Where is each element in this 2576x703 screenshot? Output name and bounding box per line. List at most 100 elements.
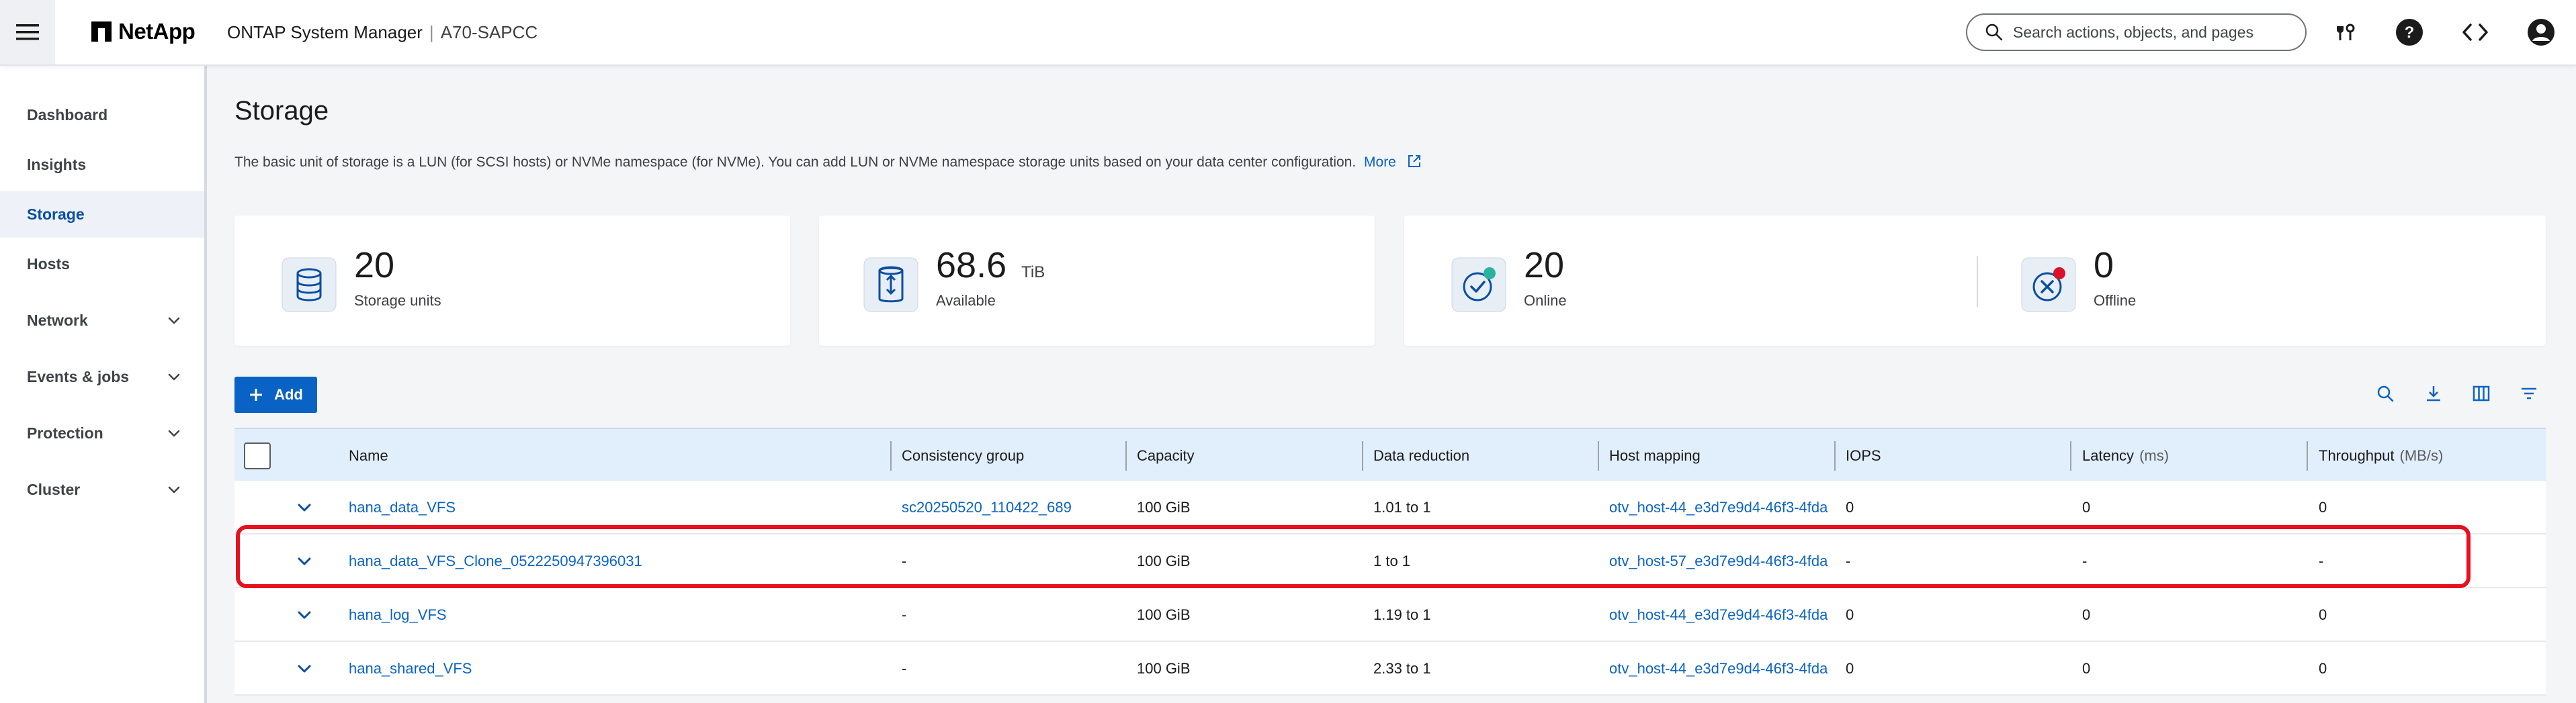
sidebar-item-dashboard[interactable]: Dashboard <box>0 91 204 138</box>
column-header-throughput[interactable]: Throughput (MB/s) <box>2319 429 2443 482</box>
status-card: 20 Online 0 Offline <box>1404 216 2546 346</box>
status-divider <box>1977 256 1978 307</box>
throughput-cell: 0 <box>2319 606 2327 623</box>
column-divider[interactable] <box>1125 441 1127 471</box>
column-divider[interactable] <box>1598 441 1599 471</box>
sidebar-item-protection[interactable]: Protection <box>0 410 204 457</box>
column-header-host-mapping[interactable]: Host mapping <box>1609 429 1701 482</box>
name-cell[interactable]: hana_log_VFS <box>349 588 879 642</box>
name-cell[interactable]: hana_data_VFS_Clone_0522250947396031 <box>349 534 879 588</box>
plus-icon <box>250 389 263 401</box>
column-unit: (MB/s) <box>2399 447 2444 464</box>
chevron-down-icon <box>168 486 180 494</box>
main-content: Storage The basic unit of storage is a L… <box>210 66 2576 703</box>
column-header-latency[interactable]: Latency (ms) <box>2082 429 2169 482</box>
offline-value: 0 <box>2094 245 2114 285</box>
add-button[interactable]: Add <box>234 377 317 413</box>
page-description: The basic unit of storage is a LUN (for … <box>234 154 1422 171</box>
page-title: Storage <box>234 96 329 126</box>
column-label: Data reduction <box>1373 447 1470 464</box>
sidebar-item-insights[interactable]: Insights <box>0 141 204 188</box>
table-search-icon[interactable] <box>2373 381 2397 406</box>
capacity-cell: 100 GiB <box>1137 606 1191 623</box>
iops-cell: - <box>1846 553 1851 569</box>
column-label: Throughput <box>2319 447 2395 464</box>
host-mapping-cell[interactable]: otv_host-44_e3d7e9d4-46f3-4fda <box>1609 481 1834 534</box>
netapp-logo-icon <box>91 21 112 42</box>
sidebar-item-label: Network <box>27 311 88 329</box>
column-label: Consistency group <box>902 447 1025 464</box>
latency-cell: 0 <box>2082 660 2091 677</box>
sidebar-item-hosts[interactable]: Hosts <box>0 240 204 287</box>
table-row[interactable]: hana_data_VFS_Clone_0522250947396031 - 1… <box>234 534 2546 588</box>
host-mapping-cell[interactable]: otv_host-44_e3d7e9d4-46f3-4fda <box>1609 588 1834 642</box>
column-divider[interactable] <box>2070 441 2071 471</box>
table-row[interactable]: hana_shared_VFS - 100 GiB 2.33 to 1 otv_… <box>234 642 2546 696</box>
sidebar-item-label: Protection <box>27 424 103 442</box>
expand-row-icon[interactable] <box>295 552 314 571</box>
services-icon[interactable] <box>2329 16 2361 48</box>
consistency-group-cell[interactable]: sc20250520_110422_689 <box>902 481 1117 534</box>
api-code-icon[interactable] <box>2459 16 2491 48</box>
column-divider[interactable] <box>1834 441 1836 471</box>
column-divider[interactable] <box>2307 441 2308 471</box>
sidebar-item-events-jobs[interactable]: Events & jobs <box>0 353 204 400</box>
column-label: Capacity <box>1137 447 1195 464</box>
column-unit: (ms) <box>2139 447 2170 464</box>
chevron-down-icon <box>168 430 180 437</box>
search-input[interactable] <box>2013 23 2295 42</box>
help-icon[interactable]: ? <box>2393 16 2425 48</box>
available-value: 68.6 <box>936 245 1007 285</box>
sidebar-item-label: Insights <box>27 155 87 173</box>
table-row[interactable]: hana_log_VFS - 100 GiB 1.19 to 1 otv_hos… <box>234 588 2546 642</box>
download-icon[interactable] <box>2421 381 2446 406</box>
consistency-group-cell: - <box>902 606 907 623</box>
sidebar-item-cluster[interactable]: Cluster <box>0 466 204 513</box>
column-header-data-reduction[interactable]: Data reduction <box>1373 429 1469 482</box>
sidebar-item-storage[interactable]: Storage <box>0 191 204 238</box>
netapp-logo[interactable]: NetApp <box>91 19 196 44</box>
column-header-name[interactable]: Name <box>349 429 388 482</box>
user-account-icon[interactable] <box>2525 16 2557 48</box>
chevron-down-icon <box>168 317 180 324</box>
column-header-consistency-group[interactable]: Consistency group <box>902 429 1024 482</box>
expand-row-icon[interactable] <box>295 498 314 517</box>
filter-icon[interactable] <box>2517 381 2541 406</box>
menu-icon[interactable] <box>0 0 55 64</box>
external-link-icon[interactable] <box>1407 154 1422 169</box>
expand-row-icon[interactable] <box>295 659 314 678</box>
data-reduction-cell: 1.01 to 1 <box>1373 499 1431 516</box>
sidebar-item-label: Cluster <box>27 480 81 498</box>
global-search[interactable] <box>1966 13 2307 51</box>
throughput-cell: - <box>2319 553 2324 569</box>
host-mapping-cell[interactable]: otv_host-57_e3d7e9d4-46f3-4fda <box>1609 534 1834 588</box>
host-mapping-cell[interactable]: otv_host-44_e3d7e9d4-46f3-4fda <box>1609 642 1834 696</box>
latency-cell: - <box>2082 553 2088 569</box>
brand-name: NetApp <box>118 19 196 44</box>
column-label: Host mapping <box>1609 447 1701 464</box>
svg-text:?: ? <box>2405 24 2415 42</box>
table-row[interactable]: hana_data_VFS sc20250520_110422_689 100 … <box>234 481 2546 534</box>
column-header-iops[interactable]: IOPS <box>1846 429 1881 482</box>
sidebar-item-network[interactable]: Network <box>0 297 204 344</box>
data-reduction-cell: 1.19 to 1 <box>1373 606 1431 623</box>
more-link[interactable]: More <box>1364 154 1396 170</box>
name-cell[interactable]: hana_data_VFS <box>349 481 879 534</box>
available-label: Available <box>936 292 996 309</box>
column-divider[interactable] <box>890 441 892 471</box>
data-reduction-cell: 2.33 to 1 <box>1373 660 1431 677</box>
select-all-checkbox[interactable] <box>244 442 271 469</box>
capacity-cell: 100 GiB <box>1137 499 1191 516</box>
name-cell[interactable]: hana_shared_VFS <box>349 642 879 696</box>
columns-icon[interactable] <box>2469 381 2493 406</box>
expand-row-icon[interactable] <box>295 606 314 624</box>
iops-cell: 0 <box>1846 499 1854 516</box>
sidebar: Dashboard Insights Storage Hosts Network… <box>0 66 207 703</box>
online-label: Online <box>1524 292 1567 309</box>
available-unit: TiB <box>1021 263 1045 281</box>
column-divider[interactable] <box>1362 441 1363 471</box>
product-name: ONTAP System Manager <box>227 22 423 42</box>
column-header-capacity[interactable]: Capacity <box>1137 429 1195 482</box>
offline-metric: 0 Offline <box>2021 245 2136 312</box>
online-metric: 20 Online <box>1451 245 1567 312</box>
